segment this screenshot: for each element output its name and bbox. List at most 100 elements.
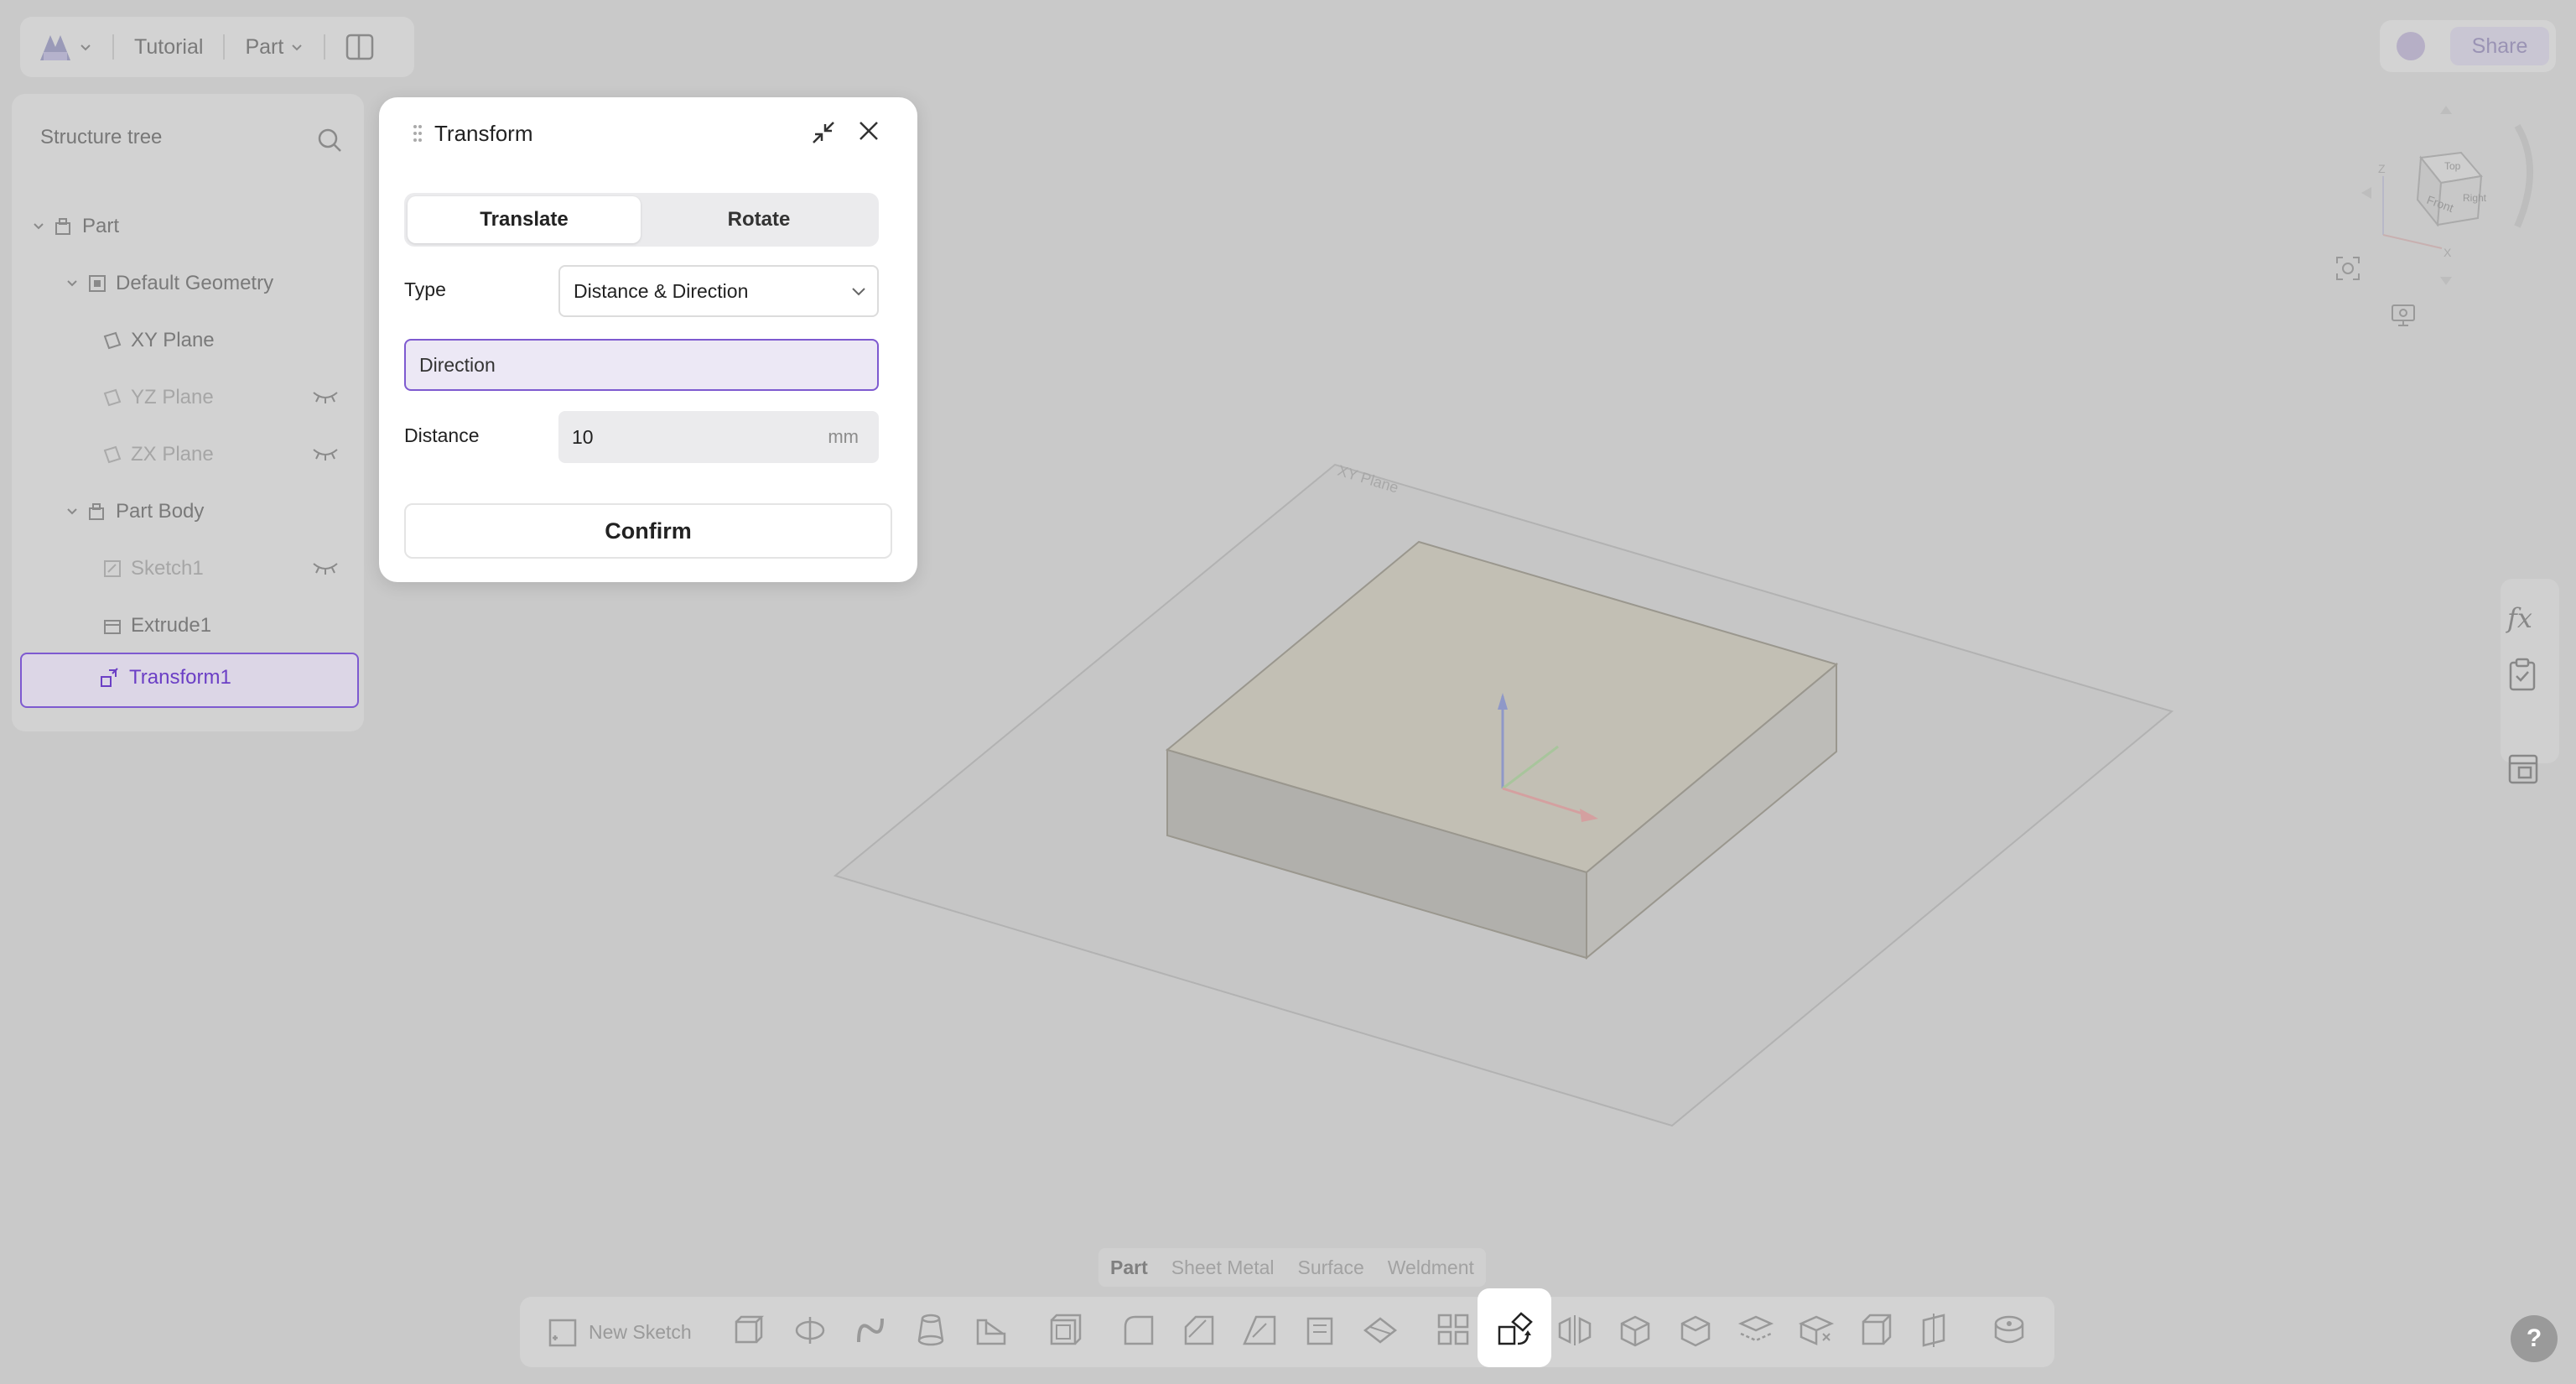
hidden-eye-icon[interactable] bbox=[312, 389, 339, 404]
chevron-down-icon bbox=[67, 280, 77, 287]
formula-icon[interactable]: fx bbox=[2504, 599, 2541, 636]
tree-item-sketch1[interactable]: Sketch1 bbox=[102, 557, 204, 580]
body-icon bbox=[89, 503, 104, 520]
measure-tool-icon[interactable] bbox=[1991, 1312, 2028, 1349]
nav-left-icon bbox=[2361, 187, 2371, 199]
direction-placeholder: Direction bbox=[419, 353, 496, 376]
mirror-tool-icon[interactable] bbox=[1556, 1312, 1593, 1349]
project-name[interactable]: Tutorial bbox=[134, 35, 203, 60]
drawing-icon[interactable] bbox=[2507, 753, 2539, 785]
help-button[interactable]: ? bbox=[2511, 1315, 2558, 1362]
tab-sheet-metal[interactable]: Sheet Metal bbox=[1171, 1257, 1275, 1279]
search-icon[interactable] bbox=[317, 127, 342, 153]
orbit-arrow-icon bbox=[2514, 123, 2533, 228]
app-menu-button[interactable] bbox=[37, 30, 92, 64]
measure-plane-tool-icon[interactable] bbox=[1919, 1312, 1955, 1349]
cube-face-right: Right bbox=[2463, 192, 2487, 204]
tree-item-part-body[interactable]: Part Body bbox=[65, 500, 204, 523]
extrude-icon bbox=[104, 620, 121, 634]
combine-tool-icon[interactable] bbox=[1617, 1312, 1654, 1349]
tab-surface[interactable]: Surface bbox=[1298, 1257, 1364, 1279]
distance-value: 10 bbox=[572, 425, 594, 448]
delete-face-tool-icon[interactable] bbox=[1798, 1312, 1835, 1349]
tree-item-label: Part Body bbox=[116, 500, 205, 523]
tree-item-label: Sketch1 bbox=[131, 557, 204, 580]
tab-weldment[interactable]: Weldment bbox=[1388, 1257, 1474, 1279]
dialog-title: Transform bbox=[434, 121, 533, 146]
tree-item-label: Default Geometry bbox=[116, 272, 274, 294]
sweep-tool-icon[interactable] bbox=[852, 1312, 889, 1349]
tab-translate[interactable]: Translate bbox=[408, 196, 641, 243]
tree-item-zx-plane[interactable]: ZX Plane bbox=[102, 443, 214, 466]
top-right-bar: Share bbox=[2380, 20, 2556, 72]
nav-down-icon bbox=[2440, 277, 2452, 285]
tree-item-extrude1[interactable]: Extrude1 bbox=[102, 614, 211, 637]
new-sketch-button[interactable]: New Sketch bbox=[547, 1315, 692, 1349]
hidden-eye-icon[interactable] bbox=[312, 560, 339, 575]
tree-item-default-geometry[interactable]: Default Geometry bbox=[65, 272, 273, 295]
mode-label: Part bbox=[245, 34, 284, 59]
tab-part[interactable]: Part bbox=[1110, 1257, 1148, 1279]
revolve-tool-icon[interactable] bbox=[792, 1312, 828, 1349]
tree-item-label: XY Plane bbox=[131, 329, 215, 351]
tab-rotate[interactable]: Rotate bbox=[642, 196, 875, 243]
fillet-tool-icon[interactable] bbox=[1120, 1312, 1157, 1349]
transform-tool-icon[interactable] bbox=[1496, 1310, 1535, 1349]
transform-dialog: Transform Translate Rotate Type Distance… bbox=[379, 97, 917, 582]
share-button[interactable]: Share bbox=[2450, 27, 2549, 65]
panel-toggle-icon[interactable] bbox=[345, 34, 374, 60]
new-sketch-icon bbox=[548, 1319, 577, 1347]
new-sketch-label: New Sketch bbox=[589, 1320, 692, 1343]
type-label: Type bbox=[404, 278, 446, 300]
tree-item-label: Part bbox=[82, 215, 120, 237]
cube-face-top: Top bbox=[2444, 160, 2461, 172]
mode-dropdown[interactable]: Part bbox=[245, 35, 304, 60]
tree-item-xy-plane[interactable]: XY Plane bbox=[102, 329, 215, 352]
shell-tool-icon[interactable] bbox=[1046, 1312, 1083, 1349]
display-mode-icon[interactable] bbox=[2390, 302, 2417, 329]
collapse-icon[interactable] bbox=[810, 119, 837, 146]
thicken-tool-icon[interactable] bbox=[1301, 1312, 1338, 1349]
tree-item-label: Transform1 bbox=[129, 666, 231, 689]
transform-icon bbox=[101, 668, 118, 687]
tree-item-part[interactable]: Part bbox=[32, 215, 119, 238]
draft-tool-icon[interactable] bbox=[1241, 1312, 1278, 1349]
part-icon bbox=[55, 218, 70, 235]
type-select[interactable]: Distance & Direction bbox=[558, 265, 879, 317]
confirm-button[interactable]: Confirm bbox=[404, 503, 892, 559]
solid-tool-icon[interactable] bbox=[1677, 1312, 1714, 1349]
nav-up-icon bbox=[2440, 106, 2452, 114]
view-cube[interactable]: Top Front Right Z X bbox=[2350, 101, 2542, 302]
sketch-icon bbox=[104, 560, 121, 577]
structure-tree-title: Structure tree bbox=[40, 126, 163, 148]
transform-mode-switch: Translate Rotate bbox=[404, 193, 879, 247]
geometry-icon bbox=[89, 275, 106, 292]
svg-text:fx: fx bbox=[2506, 602, 2532, 634]
axis-z-label: Z bbox=[2378, 162, 2386, 175]
hidden-eye-icon[interactable] bbox=[312, 446, 339, 461]
direction-field[interactable]: Direction bbox=[404, 339, 879, 391]
replace-face-tool-icon[interactable] bbox=[1737, 1312, 1774, 1349]
extrude-tool-icon[interactable] bbox=[730, 1312, 766, 1349]
fit-view-icon[interactable] bbox=[2334, 255, 2361, 282]
split-tool-icon[interactable] bbox=[1362, 1312, 1399, 1349]
chevron-down-icon bbox=[292, 44, 303, 51]
avatar[interactable] bbox=[2397, 32, 2425, 60]
loft-tool-icon[interactable] bbox=[912, 1312, 949, 1349]
distance-label: Distance bbox=[404, 424, 480, 446]
distance-unit: mm bbox=[828, 426, 859, 447]
distance-input[interactable]: 10 mm bbox=[558, 411, 879, 463]
drag-handle-icon[interactable] bbox=[413, 124, 423, 143]
tree-item-transform1[interactable]: Transform1 bbox=[99, 666, 231, 689]
workbench-tabs: Part Sheet Metal Surface Weldment bbox=[1098, 1248, 1486, 1287]
checklist-icon[interactable] bbox=[2507, 658, 2537, 691]
top-bar: Tutorial Part bbox=[20, 17, 414, 77]
close-icon[interactable] bbox=[857, 119, 880, 143]
rib-tool-icon[interactable] bbox=[973, 1312, 1010, 1349]
tree-item-yz-plane[interactable]: YZ Plane bbox=[102, 386, 214, 409]
chamfer-tool-icon[interactable] bbox=[1181, 1312, 1218, 1349]
pattern-tool-icon[interactable] bbox=[1436, 1312, 1472, 1349]
chevron-down-icon bbox=[34, 223, 44, 230]
box-tool-icon[interactable] bbox=[1858, 1312, 1895, 1349]
chevron-down-icon bbox=[80, 44, 91, 51]
